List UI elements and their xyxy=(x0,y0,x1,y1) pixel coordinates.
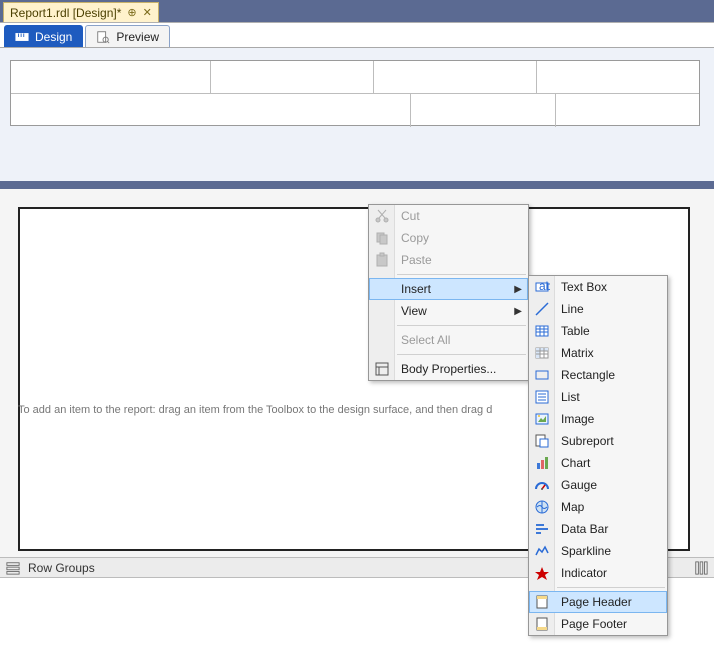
document-tab-title: Report1.rdl [Design]* xyxy=(10,6,121,20)
insert-textbox[interactable]: ab Text Box xyxy=(529,276,667,298)
map-icon xyxy=(534,499,550,515)
document-tab-strip: Report1.rdl [Design]* ⊕ ✕ xyxy=(0,0,714,22)
document-tab[interactable]: Report1.rdl [Design]* ⊕ ✕ xyxy=(3,2,159,22)
row-groups-icon xyxy=(6,561,20,575)
insert-chart[interactable]: Chart xyxy=(529,452,667,474)
ctx-body-properties-label: Body Properties... xyxy=(401,362,496,376)
rectangle-icon xyxy=(534,367,550,383)
insert-subreport-label: Subreport xyxy=(561,434,614,448)
gauge-icon xyxy=(534,477,550,493)
insert-image-label: Image xyxy=(561,412,594,426)
insert-databar[interactable]: Data Bar xyxy=(529,518,667,540)
tab-preview-label: Preview xyxy=(116,30,159,44)
textbox-icon: ab xyxy=(534,279,550,295)
row-groups-label: Row Groups xyxy=(28,561,95,575)
list-icon xyxy=(534,389,550,405)
insert-list-label: List xyxy=(561,390,580,404)
sparkline-icon xyxy=(534,543,550,559)
insert-table-label: Table xyxy=(561,324,590,338)
insert-submenu: ab Text Box Line Table Matrix Rectangle … xyxy=(528,275,668,636)
insert-page-footer[interactable]: Page Footer xyxy=(529,613,667,635)
databar-icon xyxy=(534,521,550,537)
chevron-right-icon: ▶ xyxy=(514,306,522,317)
upper-design-pane xyxy=(0,48,714,181)
ctx-insert-label: Insert xyxy=(401,282,431,296)
ctx-insert[interactable]: Insert ▶ xyxy=(369,278,528,300)
ctx-body-properties[interactable]: Body Properties... xyxy=(369,358,528,380)
ctx-separator xyxy=(557,587,665,588)
insert-gauge-label: Gauge xyxy=(561,478,597,492)
svg-text:ab: ab xyxy=(539,279,550,293)
insert-map-label: Map xyxy=(561,500,584,514)
insert-gauge[interactable]: Gauge xyxy=(529,474,667,496)
insert-table[interactable]: Table xyxy=(529,320,667,342)
preview-icon xyxy=(96,30,110,44)
ctx-select-all-label: Select All xyxy=(401,333,450,347)
insert-sparkline[interactable]: Sparkline xyxy=(529,540,667,562)
insert-page-footer-label: Page Footer xyxy=(561,617,627,631)
indicator-icon xyxy=(534,565,550,581)
image-icon xyxy=(534,411,550,427)
ctx-paste[interactable]: Paste xyxy=(369,249,528,271)
ctx-separator xyxy=(397,354,526,355)
ctx-paste-label: Paste xyxy=(401,253,432,267)
insert-subreport[interactable]: Subreport xyxy=(529,430,667,452)
insert-line[interactable]: Line xyxy=(529,298,667,320)
chevron-right-icon: ▶ xyxy=(514,284,522,295)
paste-icon xyxy=(374,252,390,268)
subreport-icon xyxy=(534,433,550,449)
mode-tab-strip: Design Preview xyxy=(0,22,714,48)
insert-sparkline-label: Sparkline xyxy=(561,544,611,558)
column-groups-icon[interactable] xyxy=(694,561,708,575)
tab-design-label: Design xyxy=(35,30,72,44)
insert-rectangle-label: Rectangle xyxy=(561,368,615,382)
page-header-icon xyxy=(534,594,550,610)
tab-preview[interactable]: Preview xyxy=(85,25,170,47)
table-icon xyxy=(534,323,550,339)
tablix-preview[interactable] xyxy=(10,60,700,126)
ctx-separator xyxy=(397,325,526,326)
insert-page-header[interactable]: Page Header xyxy=(529,591,667,613)
ctx-cut-label: Cut xyxy=(401,209,420,223)
insert-image[interactable]: Image xyxy=(529,408,667,430)
insert-rectangle[interactable]: Rectangle xyxy=(529,364,667,386)
line-icon xyxy=(534,301,550,317)
properties-icon xyxy=(374,361,390,377)
ctx-select-all[interactable]: Select All xyxy=(369,329,528,351)
insert-page-header-label: Page Header xyxy=(561,595,632,609)
insert-matrix[interactable]: Matrix xyxy=(529,342,667,364)
insert-line-label: Line xyxy=(561,302,584,316)
chart-icon xyxy=(534,455,550,471)
page-footer-icon xyxy=(534,616,550,632)
ctx-view-label: View xyxy=(401,304,427,318)
insert-databar-label: Data Bar xyxy=(561,522,608,536)
ctx-cut[interactable]: Cut xyxy=(369,205,528,227)
ctx-copy[interactable]: Copy xyxy=(369,227,528,249)
insert-list[interactable]: List xyxy=(529,386,667,408)
tab-design[interactable]: Design xyxy=(4,25,83,47)
insert-indicator[interactable]: Indicator xyxy=(529,562,667,584)
cut-icon xyxy=(374,208,390,224)
ctx-view[interactable]: View ▶ xyxy=(369,300,528,322)
pane-divider[interactable] xyxy=(0,181,714,189)
insert-textbox-label: Text Box xyxy=(561,280,607,294)
context-menu: Cut Copy Paste Insert ▶ View ▶ Select Al… xyxy=(368,204,529,381)
pin-icon[interactable]: ⊕ xyxy=(127,6,136,19)
ctx-separator xyxy=(397,274,526,275)
matrix-icon xyxy=(534,345,550,361)
close-icon[interactable]: ✕ xyxy=(143,6,152,19)
insert-map[interactable]: Map xyxy=(529,496,667,518)
insert-matrix-label: Matrix xyxy=(561,346,594,360)
insert-chart-label: Chart xyxy=(561,456,590,470)
insert-indicator-label: Indicator xyxy=(561,566,607,580)
ruler-icon xyxy=(15,30,29,44)
ctx-copy-label: Copy xyxy=(401,231,429,245)
copy-icon xyxy=(374,230,390,246)
